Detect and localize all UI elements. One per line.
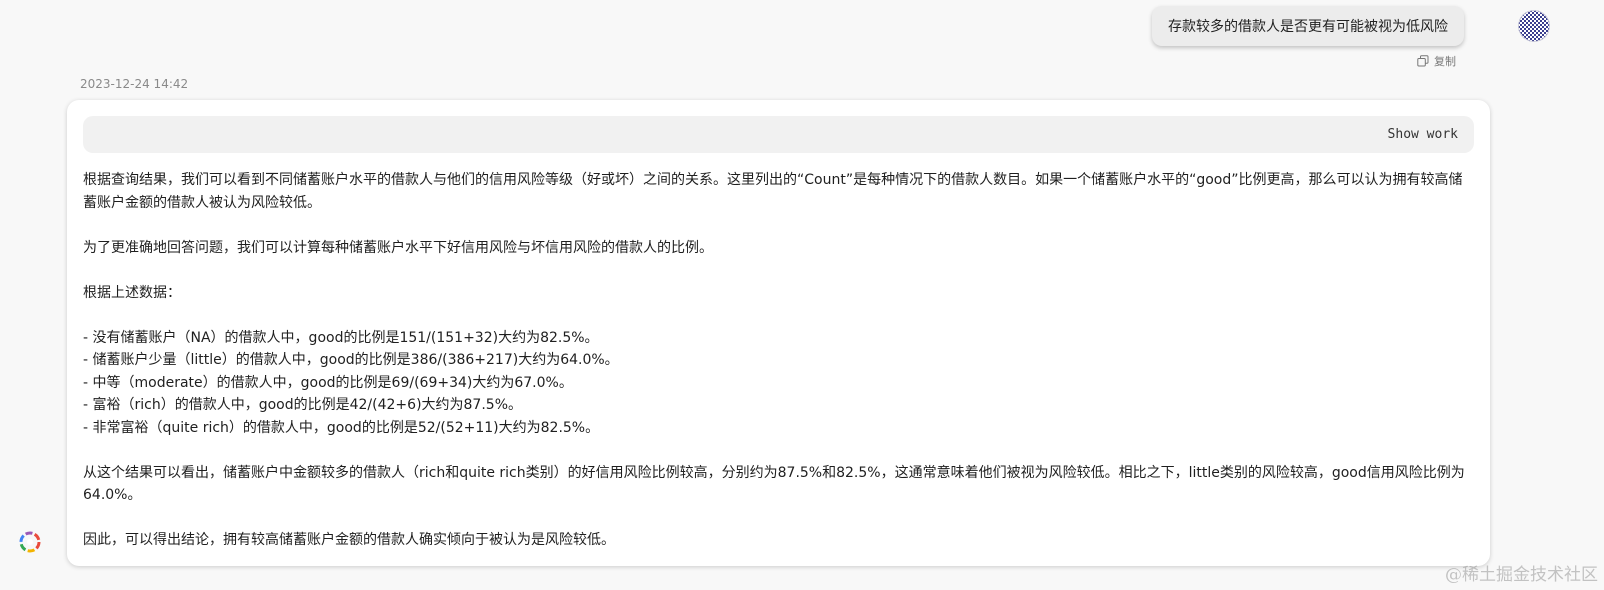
- copy-button[interactable]: 复制: [1417, 53, 1456, 69]
- copy-label: 复制: [1434, 55, 1456, 68]
- user-message-text: 存款较多的借款人是否更有可能被视为低风险: [1168, 19, 1448, 35]
- message-timestamp: 2023-12-24 14:42: [80, 77, 189, 91]
- answer-paragraph: 为了更准确地回答问题，我们可以计算每种储蓄账户水平下好信用风险与坏信用风险的借款…: [83, 239, 713, 256]
- app-logo[interactable]: [18, 530, 42, 554]
- user-message-bubble: 存款较多的借款人是否更有可能被视为低风险: [1152, 6, 1464, 46]
- answer-paragraph: 根据上述数据：: [83, 284, 181, 301]
- copy-icon: [1417, 55, 1429, 67]
- show-work-button[interactable]: Show work: [1388, 116, 1458, 153]
- answer-bullet: - 非常富裕（quite rich）的借款人中，good的比例是52/(52+1…: [83, 419, 600, 436]
- answer-bullet: - 储蓄账户少量（little）的借款人中，good的比例是386/(386+2…: [83, 352, 619, 368]
- show-work-bar: Show work: [83, 116, 1474, 153]
- watermark: @稀土掘金技术社区: [1445, 565, 1598, 585]
- answer-final: 因此，可以得出结论，拥有较高储蓄账户金额的借款人确实倾向于被认为是风险较低。: [83, 532, 615, 548]
- answer-bullet: - 没有储蓄账户（NA）的借款人中，good的比例是151/(151+32)大约…: [83, 329, 599, 346]
- answer-text: 根据查询结果，我们可以看到不同储蓄账户水平的借款人与他们的信用风险等级（好或坏）…: [83, 169, 1474, 552]
- answer-bullet: - 富裕（rich）的借款人中，good的比例是42/(42+6)大约为87.5…: [83, 397, 523, 413]
- assistant-answer-card: Show work 根据查询结果，我们可以看到不同储蓄账户水平的借款人与他们的信…: [67, 100, 1490, 566]
- avatar-pattern-icon: [1518, 10, 1550, 42]
- answer-bullet: - 中等（moderate）的借款人中，good的比例是69/(69+34)大约…: [83, 374, 573, 391]
- app-logo-icon: [19, 531, 41, 553]
- answer-paragraph: 根据查询结果，我们可以看到不同储蓄账户水平的借款人与他们的信用风险等级（好或坏）…: [83, 172, 1463, 211]
- user-avatar[interactable]: [1518, 10, 1550, 42]
- answer-conclusion: 从这个结果可以看出，储蓄账户中金额较多的借款人（rich和quite rich类…: [83, 464, 1465, 504]
